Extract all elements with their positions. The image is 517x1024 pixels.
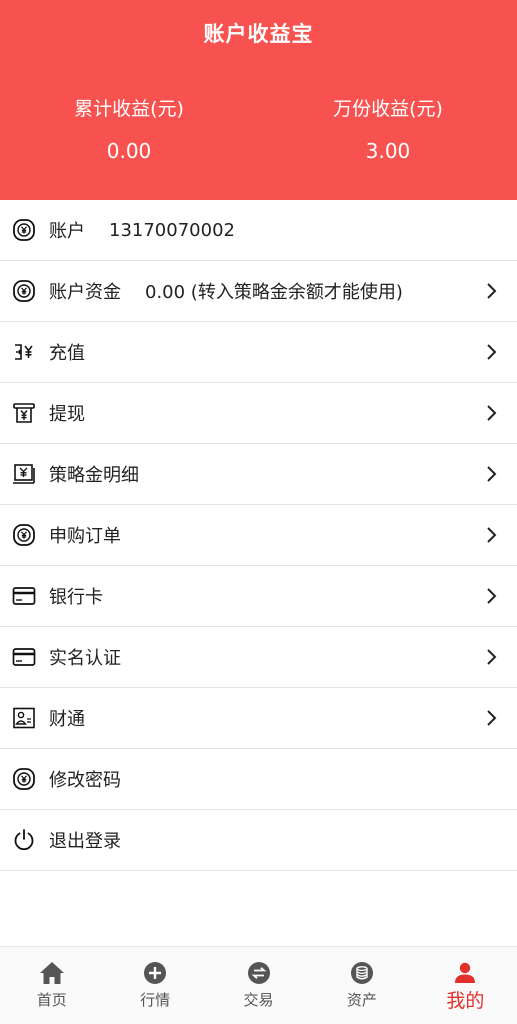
- per-ten-thousand-earnings-label: 万份收益(元): [333, 98, 443, 120]
- cumulative-earnings-stat: 累计收益(元) 0.00: [0, 96, 258, 164]
- account-phone-value: 13170070002: [109, 219, 235, 241]
- chevron-right-icon: [487, 344, 497, 360]
- menu-item-label: 银行卡: [49, 587, 103, 608]
- yen-coin-icon: [11, 217, 37, 243]
- chevron-right-icon: [487, 466, 497, 482]
- menu-item-logout[interactable]: 退出登录: [0, 810, 517, 871]
- tab-label: 首页: [36, 991, 67, 1009]
- yen-coin-icon: [11, 766, 37, 792]
- account-header: 账户收益宝 累计收益(元) 0.00 万份收益(元) 3.00: [0, 0, 517, 200]
- bottom-tab-bar: 首页 行情 交易 资产 我的: [0, 946, 517, 1024]
- tab-home[interactable]: 首页: [0, 947, 103, 1024]
- menu-item-label: 提现: [49, 404, 85, 425]
- menu-item-label: 账户资金: [49, 282, 121, 303]
- chevron-right-icon: [487, 649, 497, 665]
- menu-item-change-password[interactable]: 修改密码: [0, 749, 517, 810]
- menu-item-label: 实名认证: [49, 648, 121, 669]
- tab-label: 我的: [446, 990, 485, 1012]
- tab-market[interactable]: 行情: [103, 947, 206, 1024]
- menu-item-bank-card[interactable]: 银行卡: [0, 566, 517, 627]
- plus-circle-icon: [142, 960, 168, 986]
- id-card-icon: [11, 644, 37, 670]
- per-ten-thousand-earnings-value: 3.00: [365, 139, 411, 163]
- chevron-right-icon: [487, 527, 497, 543]
- menu-item-recharge[interactable]: 充值: [0, 322, 517, 383]
- tab-label: 行情: [140, 991, 171, 1009]
- withdraw-icon: [11, 400, 37, 426]
- menu-item-label: 退出登录: [49, 831, 121, 852]
- menu-item-label: 修改密码: [49, 770, 121, 791]
- tab-label: 交易: [243, 991, 274, 1009]
- menu-item-label: 策略金明细: [49, 465, 139, 486]
- profile-card-icon: [11, 705, 37, 731]
- menu-item-account[interactable]: 账户 13170070002: [0, 200, 517, 261]
- menu-item-label: 财通: [49, 709, 85, 730]
- tab-mine[interactable]: 我的: [414, 947, 517, 1024]
- home-icon: [39, 960, 65, 986]
- yen-coin-icon: [11, 278, 37, 304]
- menu-item-label: 申购订单: [49, 526, 121, 547]
- recharge-icon: [11, 339, 37, 365]
- menu-item-strategy-fund-detail[interactable]: 策略金明细: [0, 444, 517, 505]
- chevron-right-icon: [487, 710, 497, 726]
- tab-trade[interactable]: 交易: [207, 947, 310, 1024]
- account-funds-value: 0.00 (转入策略金余额才能使用): [145, 282, 403, 303]
- account-page: 账户收益宝 累计收益(元) 0.00 万份收益(元) 3.00 账户 13170…: [0, 0, 517, 1024]
- menu-item-label: 账户: [49, 221, 85, 242]
- cumulative-earnings-value: 0.00: [106, 139, 152, 163]
- chevron-right-icon: [487, 283, 497, 299]
- database-icon: [349, 960, 375, 986]
- menu-item-subscription-orders[interactable]: 申购订单: [0, 505, 517, 566]
- power-icon: [11, 827, 37, 853]
- per-ten-thousand-earnings-stat: 万份收益(元) 3.00: [259, 96, 517, 164]
- exchange-icon: [246, 960, 272, 986]
- user-icon: [452, 960, 478, 986]
- menu-item-real-name-verification[interactable]: 实名认证: [0, 627, 517, 688]
- page-title: 账户收益宝: [203, 22, 314, 46]
- account-menu: 账户 13170070002 账户资金 0.00 (转入策略金余额才能使用) 充…: [0, 200, 517, 871]
- menu-item-account-funds[interactable]: 账户资金 0.00 (转入策略金余额才能使用): [0, 261, 517, 322]
- tab-label: 资产: [346, 991, 377, 1009]
- chevron-right-icon: [487, 588, 497, 604]
- menu-item-label: 充值: [49, 343, 85, 364]
- chevron-right-icon: [487, 405, 497, 421]
- menu-item-caitong[interactable]: 财通: [0, 688, 517, 749]
- bank-card-icon: [11, 583, 37, 609]
- bill-detail-icon: [11, 461, 37, 487]
- tab-assets[interactable]: 资产: [310, 947, 413, 1024]
- menu-item-withdraw[interactable]: 提现: [0, 383, 517, 444]
- cumulative-earnings-label: 累计收益(元): [74, 98, 184, 120]
- yen-coin-icon: [11, 522, 37, 548]
